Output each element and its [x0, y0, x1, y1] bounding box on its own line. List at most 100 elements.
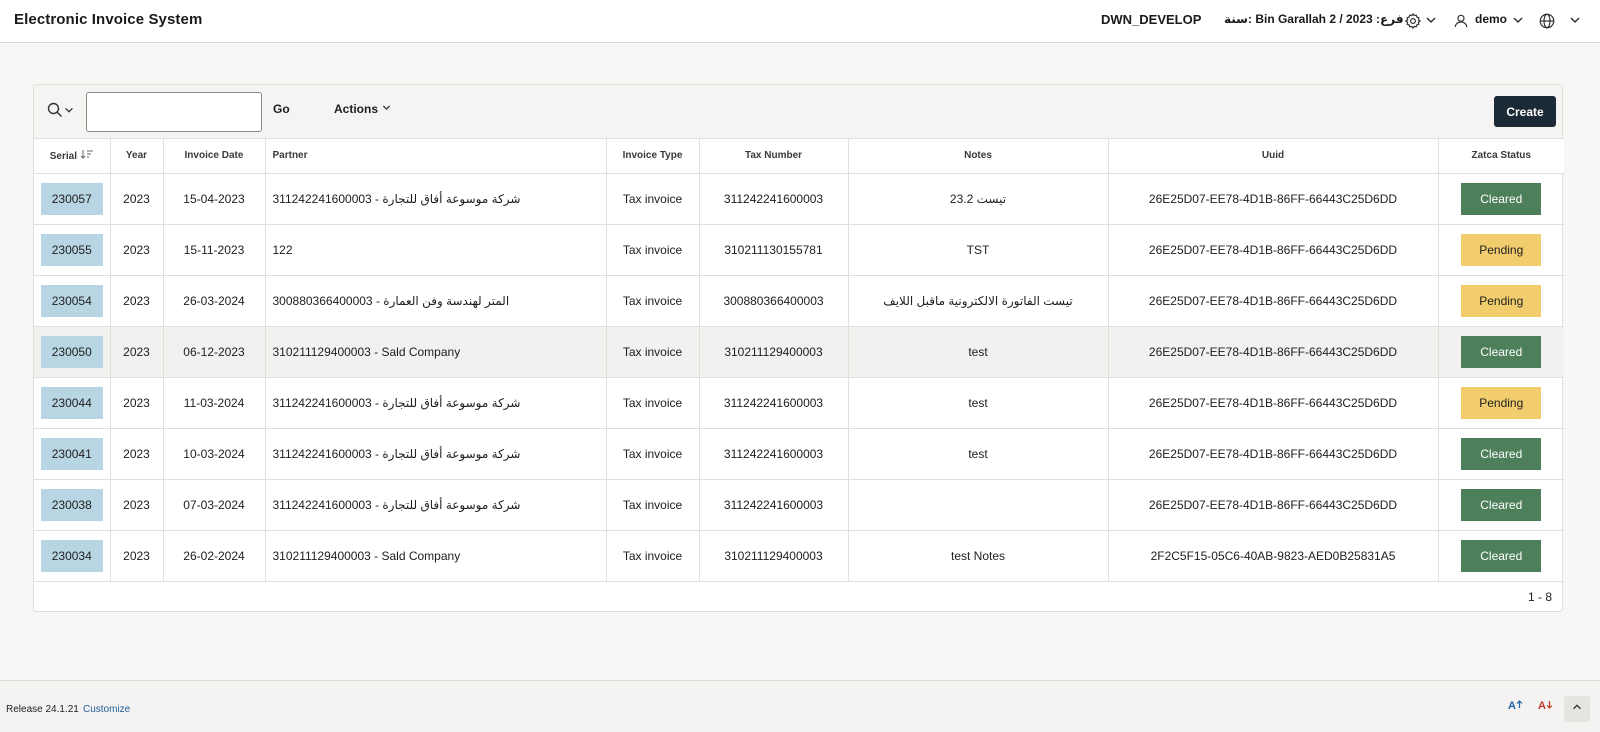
cell-tax-number: 310211129400003 — [699, 530, 849, 582]
cell-notes: test — [848, 428, 1109, 480]
status-badge[interactable]: Pending — [1461, 386, 1542, 419]
cell-zatca-status: Cleared — [1438, 173, 1564, 225]
gear-icon[interactable] — [1402, 10, 1424, 32]
table-row[interactable]: 230041 2023 10-03-2024 311242241600003 - شر… — [34, 428, 1564, 480]
cell-uuid: 26E25D07-EE78-4D1B-86FF-66443C25D6DD — [1108, 173, 1439, 225]
column-header-uuid[interactable]: Uuid — [1108, 139, 1439, 174]
serial-link[interactable]: 230055 — [40, 233, 103, 266]
cell-notes: test — [848, 326, 1109, 378]
table-row[interactable]: 230038 2023 07-03-2024 311242241600003 - شر… — [34, 479, 1564, 531]
cell-year: 2023 — [110, 530, 164, 582]
cell-uuid: 26E25D07-EE78-4D1B-86FF-66443C25D6DD — [1108, 377, 1439, 429]
user-chevron-down-icon[interactable] — [1511, 13, 1525, 27]
cell-notes: test — [848, 377, 1109, 429]
cell-invoice-date: 06-12-2023 — [163, 326, 266, 378]
table-row[interactable]: 230044 2023 11-03-2024 311242241600003 - شر… — [34, 377, 1564, 429]
table-row[interactable]: 230057 2023 15-04-2023 311242241600003 - شر… — [34, 173, 1564, 225]
serial-link[interactable]: 230041 — [40, 437, 103, 470]
table-row[interactable]: 230054 2023 26-03-2024 300880366400003 - ال… — [34, 275, 1564, 327]
column-header-notes[interactable]: Notes — [848, 139, 1109, 174]
cell-year: 2023 — [110, 224, 164, 276]
search-column-selector[interactable] — [47, 101, 77, 123]
table-row[interactable]: 230034 2023 26-02-2024 310211129400003 - Sa… — [34, 530, 1564, 582]
cell-invoice-type: Tax invoice — [606, 326, 700, 378]
font-increase-icon[interactable]: A — [1508, 700, 1523, 712]
cell-serial: 230054 — [34, 275, 111, 327]
cell-serial: 230038 — [34, 479, 111, 531]
customize-link[interactable]: Customize — [83, 704, 130, 715]
report-toolbar: Go Actions Create — [34, 85, 1562, 139]
cell-partner: 311242241600003 - شركة موسوعة أفاق للتجا… — [265, 173, 607, 225]
cell-serial: 230055 — [34, 224, 111, 276]
status-badge[interactable]: Pending — [1461, 284, 1542, 317]
cell-serial: 230057 — [34, 173, 111, 225]
cell-tax-number: 311242241600003 — [699, 377, 849, 429]
cell-serial: 230050 — [34, 326, 111, 378]
cell-invoice-date: 10-03-2024 — [163, 428, 266, 480]
user-icon[interactable] — [1450, 10, 1472, 32]
cell-partner: 310211129400003 - Sald Company — [265, 530, 607, 582]
status-badge[interactable]: Cleared — [1461, 437, 1542, 470]
cell-invoice-date: 15-04-2023 — [163, 173, 266, 225]
cell-invoice-type: Tax invoice — [606, 428, 700, 480]
table-header-row: Serial Year Invoice Date Partner Invoice… — [34, 139, 1564, 174]
column-header-tax-number[interactable]: Tax Number — [699, 139, 849, 174]
cell-zatca-status: Pending — [1438, 275, 1564, 327]
status-badge[interactable]: Pending — [1461, 233, 1542, 266]
cell-partner: 311242241600003 - شركة موسوعة أفاق للتجا… — [265, 377, 607, 429]
actions-menu-button[interactable]: Actions — [334, 102, 392, 116]
column-header-invoice-type[interactable]: Invoice Type — [606, 139, 700, 174]
cell-partner: 311242241600003 - شركة موسوعة أفاق للتجا… — [265, 428, 607, 480]
branch-year-info[interactable]: فرع: Bin Garallah 2 / 2023 :سنة — [1224, 12, 1404, 26]
serial-link[interactable]: 230057 — [40, 182, 103, 215]
status-badge[interactable]: Cleared — [1461, 182, 1542, 215]
serial-link[interactable]: 230050 — [40, 335, 103, 368]
column-header-year[interactable]: Year — [110, 139, 164, 174]
invoice-report-region: Go Actions Create Serial Year Invoice Da… — [33, 84, 1564, 612]
app-header: Electronic Invoice System DWN_DEVELOP فر… — [0, 0, 1600, 43]
status-badge[interactable]: Cleared — [1461, 335, 1542, 368]
column-header-serial[interactable]: Serial — [34, 139, 111, 174]
column-header-label: Serial — [49, 151, 77, 163]
globe-icon[interactable] — [1536, 10, 1558, 32]
cell-invoice-type: Tax invoice — [606, 224, 700, 276]
table-row[interactable]: 230050 2023 06-12-2023 310211129400003 - Sa… — [34, 326, 1564, 378]
column-header-invoice-date[interactable]: Invoice Date — [163, 139, 266, 174]
cell-invoice-date: 11-03-2024 — [163, 377, 266, 429]
pagination-range: 1 - 8 — [1527, 590, 1552, 604]
cell-zatca-status: Cleared — [1438, 326, 1564, 378]
cell-partner: 310211129400003 - Sald Company — [265, 326, 607, 378]
app-title[interactable]: Electronic Invoice System — [14, 11, 202, 28]
chevron-up-icon — [1571, 700, 1583, 718]
cell-tax-number: 310211130155781 — [699, 224, 849, 276]
serial-link[interactable]: 230038 — [40, 488, 103, 521]
status-badge[interactable]: Cleared — [1461, 488, 1542, 521]
cell-notes: test Notes — [848, 530, 1109, 582]
serial-link[interactable]: 230054 — [40, 284, 103, 317]
create-button[interactable]: Create — [1494, 96, 1556, 127]
cell-invoice-type: Tax invoice — [606, 173, 700, 225]
serial-link[interactable]: 230034 — [40, 539, 103, 572]
cell-tax-number: 311242241600003 — [699, 479, 849, 531]
column-header-zatca-status[interactable]: Zatca Status — [1438, 139, 1564, 174]
cell-partner: 311242241600003 - شركة موسوعة أفاق للتجا… — [265, 479, 607, 531]
language-chevron-down-icon[interactable] — [1568, 13, 1582, 27]
actions-label: Actions — [334, 102, 379, 116]
cell-invoice-date: 26-03-2024 — [163, 275, 266, 327]
search-input[interactable] — [86, 92, 262, 132]
settings-chevron-down-icon[interactable] — [1424, 13, 1438, 27]
go-button[interactable]: Go — [273, 102, 290, 116]
cell-serial: 230041 — [34, 428, 111, 480]
scroll-to-top-button[interactable] — [1564, 696, 1590, 722]
serial-link[interactable]: 230044 — [40, 386, 103, 419]
table-row[interactable]: 230055 2023 15-11-2023 122 Tax invoice 310211… — [34, 224, 1564, 276]
cell-year: 2023 — [110, 479, 164, 531]
status-badge[interactable]: Cleared — [1461, 539, 1542, 572]
sort-descending-icon — [80, 150, 94, 162]
user-name[interactable]: demo — [1475, 12, 1507, 26]
page-footer: Release 24.1.21 Customize A A — [0, 680, 1600, 732]
cell-partner: 300880366400003 - المتر لهندسة وفن العما… — [265, 275, 607, 327]
cell-uuid: 26E25D07-EE78-4D1B-86FF-66443C25D6DD — [1108, 275, 1439, 327]
font-decrease-icon[interactable]: A — [1538, 700, 1553, 712]
column-header-partner[interactable]: Partner — [265, 139, 607, 174]
